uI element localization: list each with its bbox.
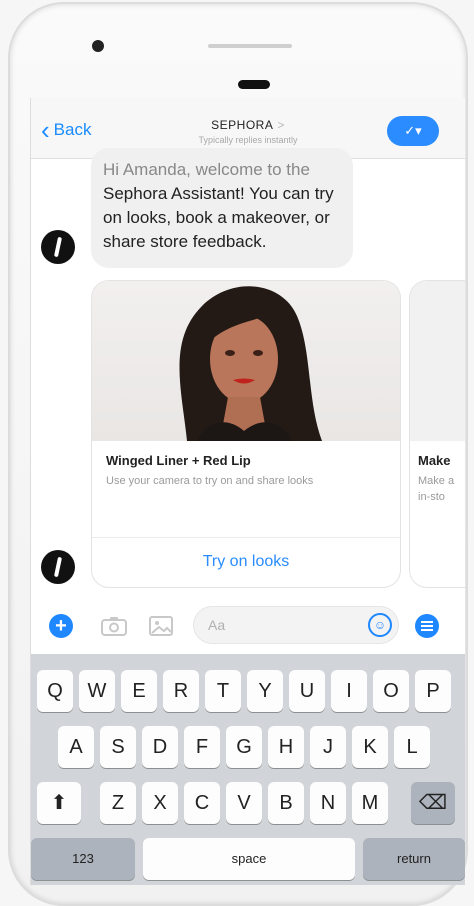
- card-description-line: in-sto: [418, 491, 445, 503]
- key-a[interactable]: A: [58, 726, 94, 768]
- key-d[interactable]: D: [142, 726, 178, 768]
- key-u[interactable]: U: [289, 670, 325, 712]
- key-f[interactable]: F: [184, 726, 220, 768]
- key-s[interactable]: S: [100, 726, 136, 768]
- card-title: Make: [418, 453, 451, 468]
- sensor-pill: [238, 80, 270, 89]
- key-r[interactable]: R: [163, 670, 199, 712]
- key-i[interactable]: I: [331, 670, 367, 712]
- emoji-icon[interactable]: ☺: [368, 613, 392, 637]
- space-key[interactable]: space: [143, 838, 355, 880]
- front-camera: [92, 40, 104, 52]
- card-description: Make a in-sto: [418, 473, 454, 505]
- message-composer: + Aa ☺: [31, 598, 465, 654]
- camera-icon[interactable]: [101, 616, 127, 636]
- image-icon[interactable]: [149, 616, 173, 636]
- key-y[interactable]: Y: [247, 670, 283, 712]
- model-portrait-icon: [179, 286, 322, 441]
- key-c[interactable]: C: [184, 782, 220, 824]
- key-z[interactable]: Z: [100, 782, 136, 824]
- earpiece-speaker: [208, 44, 292, 48]
- message-line-partial: Hi Amanda, welcome to the: [103, 160, 310, 179]
- backspace-key[interactable]: ⌫: [411, 782, 455, 824]
- check-icon: ✓▾: [404, 123, 422, 138]
- page-title: SEPHORA: [211, 118, 274, 132]
- messenger-screen: ‹ Back SEPHORA > Typically replies instan…: [30, 98, 465, 885]
- key-n[interactable]: N: [310, 782, 346, 824]
- key-e[interactable]: E: [121, 670, 157, 712]
- card-title: Winged Liner + Red Lip: [106, 453, 251, 468]
- message-input[interactable]: Aa ☺: [193, 606, 399, 644]
- keyboard: Q W E R T Y U I O P A S D F G H J K L ⬆ …: [31, 654, 465, 885]
- key-q[interactable]: Q: [37, 670, 73, 712]
- key-x[interactable]: X: [142, 782, 178, 824]
- menu-line: [421, 629, 433, 631]
- card-description: Use your camera to try on and share look…: [106, 475, 314, 487]
- return-key[interactable]: return: [363, 838, 465, 880]
- key-b[interactable]: B: [268, 782, 304, 824]
- key-p[interactable]: P: [415, 670, 451, 712]
- menu-line: [421, 621, 433, 623]
- makeover-card[interactable]: Make Make a in-sto: [409, 280, 465, 588]
- avatar[interactable]: [41, 550, 75, 584]
- message-placeholder: Aa: [208, 617, 226, 633]
- plus-icon[interactable]: +: [49, 614, 73, 638]
- menu-line: [421, 625, 433, 627]
- sephora-logo-icon: [53, 236, 63, 258]
- message-text: Sephora Assistant! You can try on looks,…: [103, 184, 334, 251]
- key-h[interactable]: H: [268, 726, 304, 768]
- key-j[interactable]: J: [310, 726, 346, 768]
- key-g[interactable]: G: [226, 726, 262, 768]
- key-w[interactable]: W: [79, 670, 115, 712]
- sephora-logo-icon: [53, 556, 63, 578]
- key-m[interactable]: M: [352, 782, 388, 824]
- done-button[interactable]: ✓▾: [387, 116, 439, 146]
- model-photo: [92, 281, 400, 441]
- key-t[interactable]: T: [205, 670, 241, 712]
- card-description-line: Make a: [418, 475, 455, 487]
- key-k[interactable]: K: [352, 726, 388, 768]
- avatar[interactable]: [41, 230, 75, 264]
- key-l[interactable]: L: [394, 726, 430, 768]
- message-bubble: Hi Amanda, welcome to the Sephora Assist…: [91, 148, 353, 268]
- look-card[interactable]: Winged Liner + Red Lip Use your camera t…: [91, 280, 401, 588]
- card-photo: [410, 281, 465, 441]
- try-on-looks-button[interactable]: Try on looks: [92, 537, 400, 587]
- key-v[interactable]: V: [226, 782, 262, 824]
- chevron-right-icon: >: [277, 118, 285, 132]
- key-o[interactable]: O: [373, 670, 409, 712]
- numbers-key[interactable]: 123: [31, 838, 135, 880]
- shift-key[interactable]: ⬆: [37, 782, 81, 824]
- menu-icon[interactable]: [415, 614, 439, 638]
